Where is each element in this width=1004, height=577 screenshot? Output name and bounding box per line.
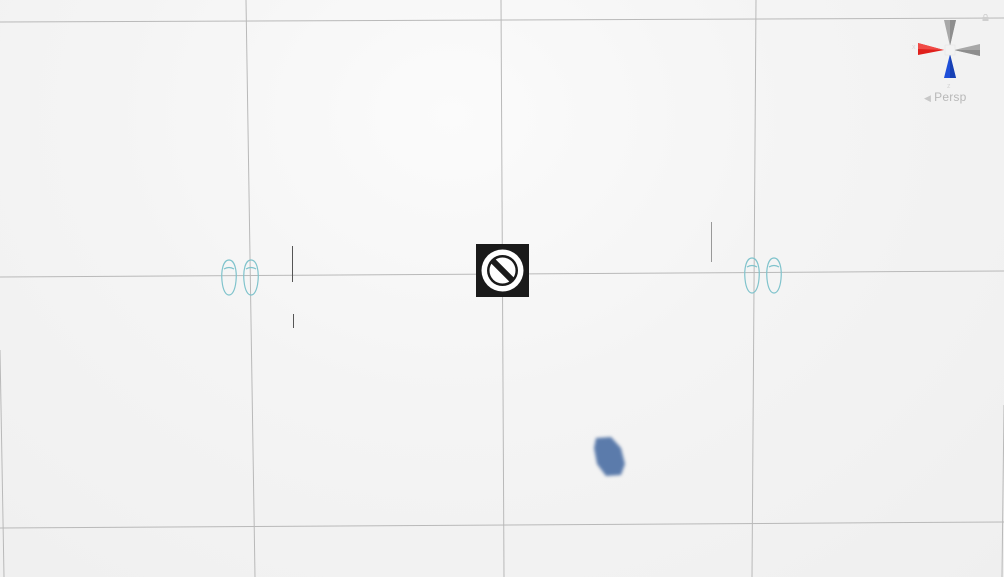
- marker-tick: [711, 222, 712, 262]
- orientation-gizmo[interactable]: x z ◀ Persp: [910, 14, 990, 114]
- grid-line-h1: [0, 17, 1004, 23]
- axis-gizmo[interactable]: x z: [910, 16, 990, 96]
- grid-line-v4: [0, 349, 5, 577]
- projection-label[interactable]: ◀ Persp: [924, 90, 966, 104]
- chevron-left-icon: ◀: [924, 93, 932, 103]
- prohibited-icon[interactable]: [476, 244, 529, 297]
- projection-text: Persp: [934, 90, 967, 104]
- svg-text:x: x: [912, 44, 916, 51]
- footprints-icon[interactable]: [741, 255, 785, 295]
- scene-object-blob[interactable]: [591, 434, 629, 478]
- grid-line-h3: [0, 521, 1004, 529]
- marker-tick: [292, 246, 293, 282]
- footprints-icon[interactable]: [219, 257, 263, 297]
- gizmo-center-cube: [944, 44, 956, 56]
- scene-viewport[interactable]: x z ◀ Persp: [0, 0, 1004, 577]
- marker-tick: [293, 314, 294, 328]
- svg-text:z: z: [947, 83, 951, 90]
